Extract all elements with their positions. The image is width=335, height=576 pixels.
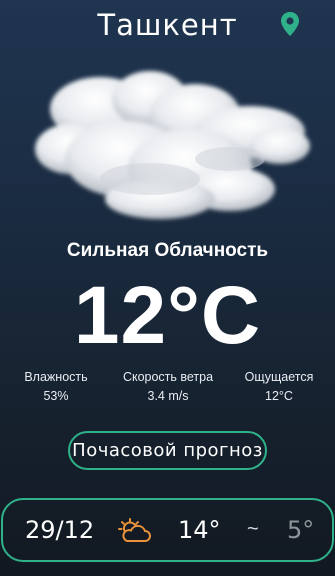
forecast-separator: ~ xyxy=(247,518,259,540)
partly-cloudy-icon xyxy=(118,518,151,542)
weather-stats: Влажность 53% Скорость ветра 3.4 m/s Ощу… xyxy=(0,369,335,409)
forecast-low-temp: 5° xyxy=(287,516,315,544)
feels-like-stat: Ощущается 12°C xyxy=(236,369,322,405)
current-temperature: 12°C xyxy=(73,270,262,361)
forecast-day-card[interactable]: 29/12 14° ~ 5° xyxy=(1,498,334,562)
humidity-value: 53% xyxy=(43,389,69,403)
location-pin-icon[interactable] xyxy=(280,11,300,37)
forecast-date: 29/12 xyxy=(25,516,95,544)
wind-stat: Скорость ветра 3.4 m/s xyxy=(112,369,224,405)
feels-like-value: 12°C xyxy=(265,389,293,403)
feels-like-label: Ощущается xyxy=(244,370,314,384)
humidity-label: Влажность xyxy=(24,370,88,384)
cloud-icon xyxy=(35,71,310,219)
humidity-stat: Влажность 53% xyxy=(14,369,98,405)
hourly-forecast-button[interactable]: Почасовой прогноз xyxy=(68,431,267,470)
wind-value: 3.4 m/s xyxy=(147,389,189,403)
forecast-high-temp: 14° xyxy=(178,516,221,544)
wind-label: Скорость ветра xyxy=(122,370,214,384)
weather-condition: Сильная Облачность xyxy=(66,240,269,261)
header: Ташкент xyxy=(0,0,335,52)
